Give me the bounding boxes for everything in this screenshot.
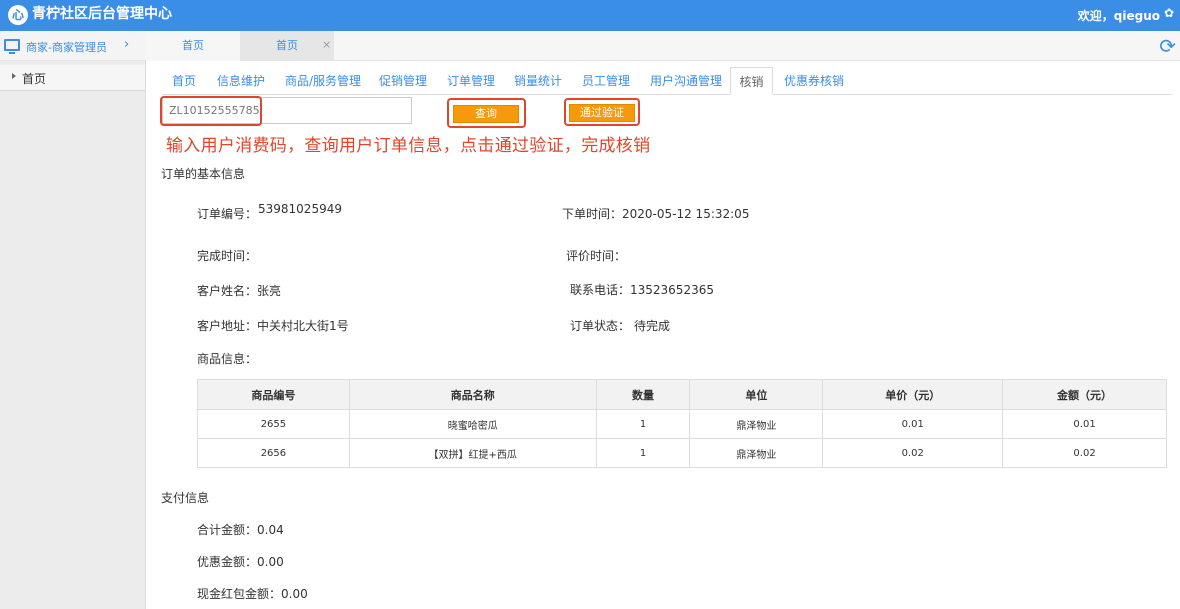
table-row: 2655 晓蜜哈密瓜 1 鼎泽物业 0.01 0.01 bbox=[197, 409, 1167, 439]
column-header: 金额（元） bbox=[1002, 379, 1167, 410]
order-status-value: 待完成 bbox=[634, 319, 671, 333]
subtab-promo[interactable]: 促销管理 bbox=[379, 67, 427, 95]
page-tab-home-active[interactable]: 首页 bbox=[240, 31, 334, 61]
goods-table: 商品编号 商品名称 数量 单位 单价（元） 金额（元） 2655 晓蜜哈密瓜 1… bbox=[197, 379, 1167, 468]
subtab-communication[interactable]: 用户沟通管理 bbox=[650, 67, 722, 95]
table-row: 2656 【双拼】红提+西瓜 1 鼎泽物业 0.02 0.02 bbox=[197, 438, 1167, 468]
triangle-right-icon bbox=[12, 73, 16, 79]
subtab-sales[interactable]: 销量统计 bbox=[514, 67, 562, 95]
sub-nav: 首页 信息维护 商品/服务管理 促销管理 订单管理 销量统计 员工管理 用户沟通… bbox=[162, 67, 1172, 95]
subtab-verify[interactable]: 核销 bbox=[730, 67, 773, 95]
welcome-user[interactable]: 欢迎，qieguo bbox=[1078, 7, 1160, 24]
subtab-home[interactable]: 首页 bbox=[172, 67, 196, 95]
table-cell: 1 bbox=[595, 438, 691, 468]
app-title: 青柠社区后台管理中心 bbox=[32, 6, 172, 22]
main-content: 首页 信息维护 商品/服务管理 促销管理 订单管理 销量统计 员工管理 用户沟通… bbox=[146, 61, 1180, 609]
table-cell: 0.01 bbox=[1002, 409, 1167, 439]
subtab-staff[interactable]: 员工管理 bbox=[582, 67, 630, 95]
subtab-goods[interactable]: 商品/服务管理 bbox=[285, 67, 361, 95]
payment-section-title: 支付信息 bbox=[161, 491, 210, 505]
refresh-icon[interactable]: ⟳ bbox=[1159, 34, 1176, 58]
page-tabs: 首页 首页 × ⟳ bbox=[146, 31, 1180, 61]
column-header: 商品名称 bbox=[348, 379, 597, 410]
order-no-value: 53981025949 bbox=[258, 202, 342, 216]
order-no-label: 订单编号： bbox=[197, 207, 258, 221]
order-time: 下单时间：2020-05-12 15:32:05 bbox=[562, 207, 750, 221]
table-cell: 0.02 bbox=[1002, 438, 1167, 468]
page-tab-label: 首页 bbox=[276, 39, 298, 52]
sidebar-header[interactable]: 商家-商家管理员 › bbox=[0, 31, 146, 61]
top-bar: ⼼ 青柠社区后台管理中心 欢迎，qieguo ✿ bbox=[0, 0, 1180, 31]
table-header-row: 商品编号 商品名称 数量 单位 单价（元） 金额（元） bbox=[197, 379, 1167, 410]
consume-code-input[interactable] bbox=[162, 97, 412, 124]
table-cell: 2656 bbox=[197, 438, 350, 468]
table-cell: 鼎泽物业 bbox=[689, 409, 824, 439]
gear-icon[interactable]: ✿ bbox=[1164, 6, 1174, 20]
sidebar: 首页 bbox=[0, 61, 146, 609]
instruction-annotation: 输入用户消费码，查询用户订单信息，点击通过验证，完成核销 bbox=[166, 136, 651, 156]
subtab-coupon-verify[interactable]: 优惠券核销 bbox=[784, 67, 844, 95]
subtab-info[interactable]: 信息维护 bbox=[217, 67, 265, 95]
customer-address: 客户地址：中关村北大街1号 bbox=[197, 319, 349, 333]
table-cell: 0.01 bbox=[822, 409, 1004, 439]
customer-phone: 联系电话：13523652365 bbox=[570, 283, 714, 297]
order-section-title: 订单的基本信息 bbox=[161, 167, 246, 181]
total-amount: 合计金额：0.04 bbox=[197, 523, 284, 537]
chevron-right-icon[interactable]: › bbox=[124, 37, 129, 52]
discount-amount: 优惠金额：0.00 bbox=[197, 555, 284, 569]
column-header: 单价（元） bbox=[822, 379, 1004, 410]
red-packet-amount: 现金红包金额：0.00 bbox=[197, 587, 308, 601]
table-cell: 2655 bbox=[197, 409, 350, 439]
verify-button[interactable]: 通过验证 bbox=[569, 104, 635, 122]
subtab-orders[interactable]: 订单管理 bbox=[447, 67, 495, 95]
sidebar-item-label: 首页 bbox=[22, 72, 47, 86]
table-cell: 鼎泽物业 bbox=[689, 438, 824, 468]
sidebar-item-home[interactable]: 首页 bbox=[0, 65, 145, 91]
column-header: 商品编号 bbox=[197, 379, 350, 410]
logo-icon: ⼼ bbox=[8, 5, 28, 25]
table-cell: 0.02 bbox=[822, 438, 1004, 468]
customer-name: 客户姓名：张亮 bbox=[197, 284, 282, 298]
page-tab-home[interactable]: 首页 bbox=[146, 31, 240, 61]
close-icon[interactable]: × bbox=[322, 39, 331, 51]
table-cell: 【双拼】红提+西瓜 bbox=[348, 438, 597, 468]
monitor-icon bbox=[4, 39, 20, 54]
complete-time: 完成时间： bbox=[197, 249, 258, 263]
table-cell: 晓蜜哈密瓜 bbox=[348, 409, 597, 439]
query-button[interactable]: 查询 bbox=[453, 105, 519, 123]
order-status-label: 订单状态： bbox=[570, 319, 631, 333]
role-label: 商家-商家管理员 bbox=[26, 41, 107, 54]
goods-label: 商品信息： bbox=[197, 352, 258, 366]
review-time: 评价时间： bbox=[566, 249, 627, 263]
column-header: 数量 bbox=[595, 379, 691, 410]
table-cell: 1 bbox=[595, 409, 691, 439]
column-header: 单位 bbox=[689, 379, 824, 410]
